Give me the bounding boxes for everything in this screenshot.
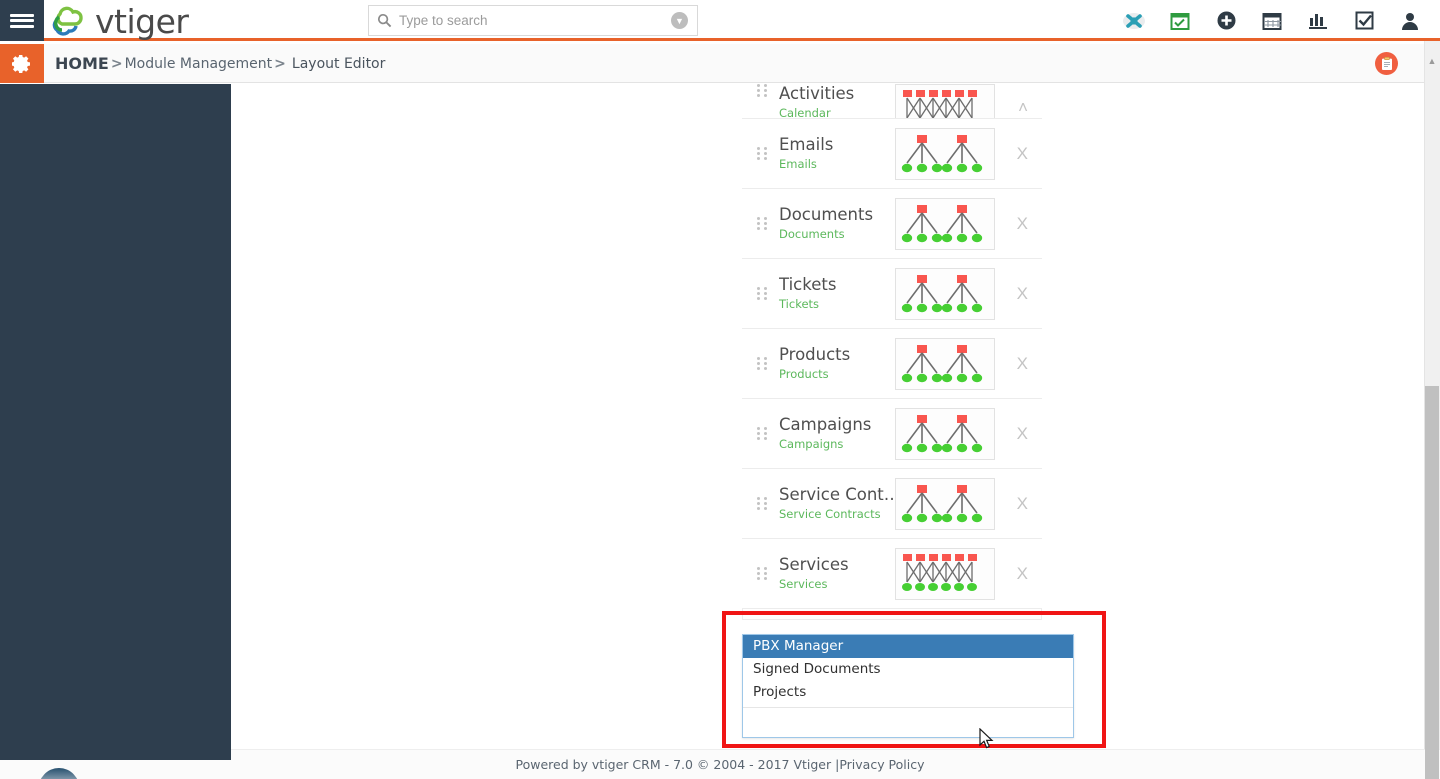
module-title: Activities <box>779 84 855 103</box>
dropdown-option[interactable]: Signed Documents <box>743 658 1073 681</box>
gear-icon <box>12 54 30 73</box>
breadcrumb-module-management[interactable]: Module Management <box>125 56 273 72</box>
module-label-group: Products Products <box>777 345 895 382</box>
page-scrollbar-thumb[interactable] <box>1425 386 1439 779</box>
breadcrumb-separator-2: > <box>274 55 286 72</box>
remove-module-button[interactable]: X <box>1017 564 1028 584</box>
search-input[interactable] <box>392 12 671 29</box>
table-row[interactable]: Services Services X <box>742 539 1042 609</box>
module-subtitle: Services <box>779 577 828 591</box>
top-icon-group <box>1122 0 1422 41</box>
table-row[interactable]: Service Cont… Service Contracts X <box>742 469 1042 539</box>
module-title: Emails <box>779 135 834 154</box>
table-row[interactable]: Products Products X <box>742 329 1042 399</box>
module-label-group: Documents Documents <box>777 205 895 242</box>
vtiger-logo[interactable]: vtiger <box>50 1 189 41</box>
module-title: Tickets <box>779 275 837 294</box>
module-layout-thumbnail <box>895 127 995 180</box>
table-row[interactable]: Emails Emails X <box>742 119 1042 189</box>
module-subtitle: Calendar <box>779 106 831 119</box>
module-layout-thumbnail <box>895 267 995 320</box>
module-subtitle: Products <box>779 367 829 381</box>
remove-module-button[interactable]: X <box>1017 354 1028 374</box>
drag-handle-icon[interactable] <box>747 287 777 300</box>
module-title: Documents <box>779 205 874 224</box>
module-layout-thumbnail <box>895 477 995 530</box>
reports-chart-icon[interactable] <box>1306 9 1330 33</box>
module-subtitle: Emails <box>779 157 817 171</box>
module-layout-thumbnail <box>895 197 995 250</box>
footer-text: Powered by vtiger CRM - 7.0 © 2004 - 201… <box>515 757 840 772</box>
module-label-group: Emails Emails <box>777 135 895 172</box>
extensions-icon[interactable] <box>1122 9 1146 33</box>
vtiger-cloud-icon <box>52 6 83 36</box>
module-label-group: Service Cont… Service Contracts <box>777 485 895 522</box>
drag-handle-icon[interactable] <box>747 497 777 510</box>
breadcrumb: HOME > Module Management > Layout Editor <box>55 44 385 83</box>
table-row[interactable]: Activities Calendar ˄ <box>742 84 1042 119</box>
dropdown-divider <box>743 707 1073 708</box>
module-layout-thumbnail <box>895 407 995 460</box>
drag-handle-icon[interactable] <box>747 357 777 370</box>
clipboard-notes-button[interactable] <box>1375 52 1398 75</box>
module-layout-thumbnail <box>895 547 995 600</box>
dropdown-option[interactable]: PBX Manager <box>743 635 1073 658</box>
remove-module-button[interactable]: X <box>1017 424 1028 444</box>
drag-handle-icon[interactable] <box>747 427 777 440</box>
dropdown-option[interactable]: Projects <box>743 681 1073 704</box>
top-navbar: vtiger ▼ <box>0 0 1440 41</box>
module-label-group: Campaigns Campaigns <box>777 415 895 452</box>
module-subtitle: Documents <box>779 227 845 241</box>
table-row[interactable]: Documents Documents X <box>742 189 1042 259</box>
settings-gear-button[interactable] <box>0 44 44 83</box>
todo-checkbox-icon[interactable] <box>1352 9 1376 33</box>
app-window: vtiger ▼ <box>0 0 1440 779</box>
module-layout-thumbnail <box>895 84 995 118</box>
logo-wordmark: vtiger <box>95 1 189 41</box>
user-profile-icon[interactable] <box>1398 9 1422 33</box>
page-scrollbar-track[interactable]: ▲ <box>1424 41 1440 779</box>
module-layout-thumbnail <box>895 337 995 390</box>
left-side-panel <box>0 84 231 749</box>
remove-module-button[interactable]: X <box>1017 214 1028 234</box>
hamburger-icon <box>10 11 34 30</box>
module-label-group: Activities Calendar <box>777 84 895 119</box>
module-sequence-list: Activities Calendar ˄ Emails Emails X Document… <box>742 84 1042 609</box>
table-row[interactable]: Tickets Tickets X <box>742 259 1042 329</box>
breadcrumb-bar: HOME > Module Management > Layout Editor <box>0 44 1440 83</box>
drag-handle-icon[interactable] <box>747 217 777 230</box>
module-title: Services <box>779 555 849 574</box>
breadcrumb-home[interactable]: HOME <box>55 54 109 73</box>
global-search[interactable]: ▼ <box>368 5 698 36</box>
module-select-dropdown[interactable]: PBX Manager Signed Documents Projects <box>742 634 1074 738</box>
drag-handle-icon[interactable] <box>747 84 777 97</box>
module-label-group: Tickets Tickets <box>777 275 895 312</box>
add-circle-icon[interactable] <box>1214 9 1238 33</box>
scroll-up-arrow-icon[interactable]: ▲ <box>1426 56 1438 66</box>
module-title: Campaigns <box>779 415 872 434</box>
table-row[interactable]: Campaigns Campaigns X <box>742 399 1042 469</box>
module-subtitle: Tickets <box>779 297 820 311</box>
module-title: Products <box>779 345 851 364</box>
remove-module-button[interactable]: X <box>1017 284 1028 304</box>
breadcrumb-separator-1: > <box>110 55 123 72</box>
footer-dark-strip <box>0 749 231 760</box>
module-subtitle: Service Contracts <box>779 507 881 521</box>
chevron-down-icon[interactable]: ▼ <box>671 12 688 29</box>
clipboard-icon <box>1381 56 1392 70</box>
remove-module-button[interactable]: X <box>1017 494 1028 514</box>
calendar-check-icon[interactable] <box>1168 9 1192 33</box>
privacy-policy-link[interactable]: Privacy Policy <box>839 757 924 772</box>
breadcrumb-current-layout-editor: Layout Editor <box>291 55 386 72</box>
hamburger-menu-button[interactable] <box>0 0 44 41</box>
module-title: Service Cont… <box>779 485 895 504</box>
drag-handle-icon[interactable] <box>747 567 777 580</box>
module-label-group: Services Services <box>777 555 895 592</box>
calendar-icon[interactable] <box>1260 9 1284 33</box>
search-icon <box>377 13 392 28</box>
module-subtitle: Campaigns <box>779 437 844 451</box>
drag-handle-icon[interactable] <box>747 147 777 160</box>
remove-module-button[interactable]: X <box>1017 144 1028 164</box>
remove-module-button[interactable]: ˄ <box>1018 98 1028 118</box>
